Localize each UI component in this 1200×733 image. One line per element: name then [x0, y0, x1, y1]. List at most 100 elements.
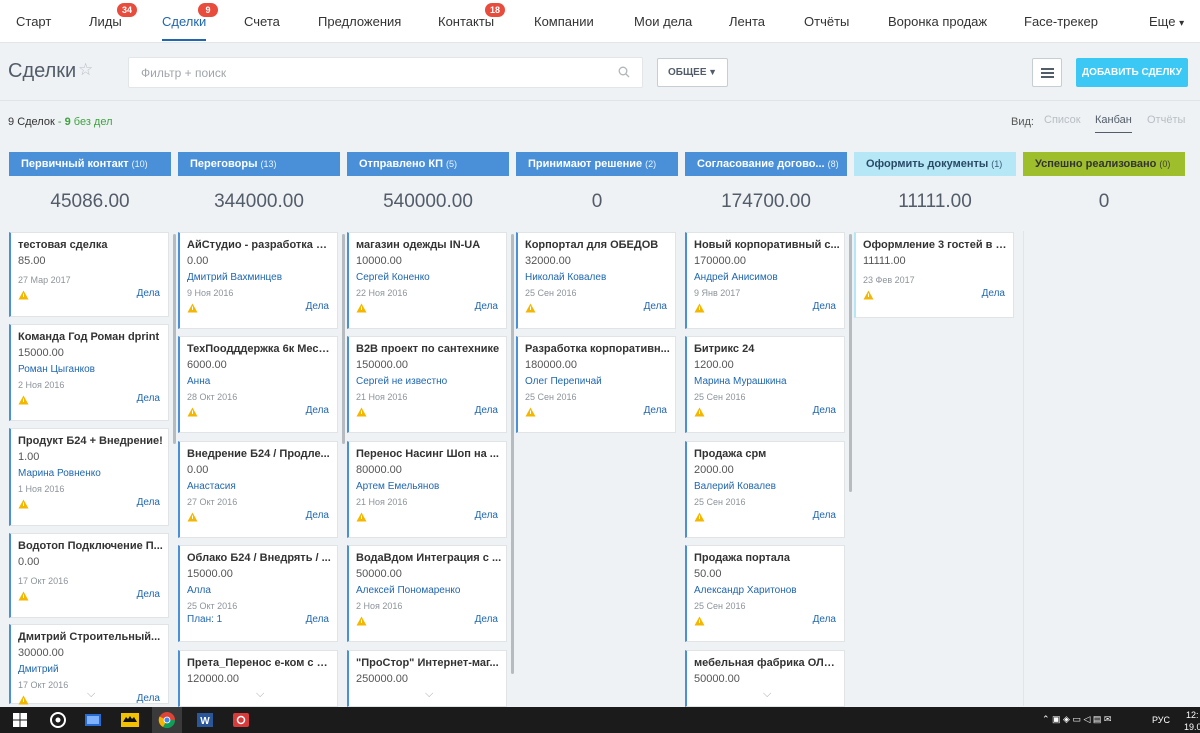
stage-header[interactable]: Первичный контакт (10) [9, 152, 171, 176]
deal-contact[interactable]: Марина Мурашкина [694, 376, 787, 387]
nav-item-quotes[interactable]: Предложения [318, 14, 401, 29]
deal-activities-link[interactable]: Дела [137, 589, 160, 600]
deal-contact[interactable]: Валерий Ковалев [694, 481, 776, 492]
deal-title[interactable]: Новый корпоративный с... [694, 239, 840, 251]
deal-activities-link[interactable]: Дела [644, 405, 667, 416]
deal-card[interactable]: ТехПоодддержка 6к Меся... 6000.00 Анна 28 О… [178, 336, 338, 433]
deal-title[interactable]: Перенос Насинг Шоп на ... [356, 448, 502, 460]
deal-card[interactable]: Разработка корпоративн... 180000.00 Олег П… [516, 336, 676, 433]
scroll-down-chevron-icon[interactable]: ⌵ [87, 688, 95, 701]
deal-title[interactable]: Водотоп Подключение П... [18, 540, 164, 552]
scroll-down-chevron-icon[interactable]: ⌵ [425, 688, 433, 701]
deal-card[interactable]: Новый корпоративный с... 170000.00 Андрей … [685, 232, 845, 329]
column-scrollbar[interactable] [173, 234, 176, 444]
column-scrollbar[interactable] [849, 234, 852, 492]
deal-activities-link[interactable]: Дела [475, 405, 498, 416]
deal-activities-link[interactable]: Дела [137, 497, 160, 508]
nav-item-sales-funnel[interactable]: Воронка продаж [888, 14, 987, 29]
nav-item-companies[interactable]: Компании [534, 14, 594, 29]
deal-title[interactable]: Прета_Перенос е-ком с О... [187, 657, 333, 669]
deal-contact[interactable]: Сергей Коненко [356, 272, 430, 283]
deal-contact[interactable]: Анастасия [187, 481, 236, 492]
deal-contact[interactable]: Роман Цыганков [18, 364, 95, 375]
deal-card[interactable]: ВодаВдом Интеграция с ... 50000.00 Алексей… [347, 545, 507, 642]
view-reports-tab[interactable]: Отчёты [1147, 114, 1185, 126]
deal-card[interactable]: B2B проект по сантехнике 150000.00 Сергей … [347, 336, 507, 433]
filter-preset-dropdown[interactable]: ОБЩЕЕ ▼ [657, 58, 728, 87]
deal-activities-link[interactable]: Дела [813, 301, 836, 312]
camera-app-icon[interactable] [231, 710, 251, 730]
deal-activities-link[interactable]: Дела [475, 614, 498, 625]
deal-title[interactable]: тестовая сделка [18, 239, 164, 251]
deal-title[interactable]: Облако Б24 / Внедрять / ... [187, 552, 333, 564]
deal-title[interactable]: B2B проект по сантехнике [356, 343, 502, 355]
nav-item-contacts[interactable]: Контакты 18 [438, 3, 506, 29]
nav-item-face-tracker[interactable]: Face-трекер [1024, 14, 1098, 29]
deal-title[interactable]: Корпортал для ОБЕДОВ [525, 239, 671, 251]
deal-card[interactable]: Битрикс 24 1200.00 Марина Мурашкина 25 Сен … [685, 336, 845, 433]
deal-activities-link[interactable]: Дела [137, 288, 160, 299]
deal-contact[interactable]: Дмитрий [18, 664, 59, 675]
clock-time[interactable]: 12: [1186, 710, 1199, 720]
scroll-down-chevron-icon[interactable]: ⌵ [763, 688, 771, 701]
deal-card[interactable]: Водотоп Подключение П... 0.00 17 Окт 2016 Д… [9, 533, 169, 618]
view-list-tab[interactable]: Список [1044, 114, 1081, 126]
deal-activities-link[interactable]: Дела [475, 301, 498, 312]
deal-title[interactable]: ВодаВдом Интеграция с ... [356, 552, 502, 564]
nav-item-invoices[interactable]: Счета [244, 14, 280, 29]
windows-start-icon[interactable] [10, 710, 30, 730]
nav-item-my-tasks[interactable]: Мои дела [634, 14, 692, 29]
deal-activities-link[interactable]: Дела [475, 510, 498, 521]
deal-activities-link[interactable]: Дела [137, 393, 160, 404]
deal-card[interactable]: Команда Год Роман dprint 15000.00 Роман Цы… [9, 324, 169, 421]
list-settings-button[interactable] [1032, 58, 1062, 87]
deal-plan-link[interactable]: План: 1 [187, 614, 222, 625]
stage-header[interactable]: Переговоры (13) [178, 152, 340, 176]
column-scrollbar[interactable] [342, 234, 345, 444]
nav-item-more[interactable]: Еще ▾ [1149, 14, 1184, 29]
monitor-app-icon[interactable] [83, 710, 103, 730]
deal-card[interactable]: Перенос Насинг Шоп на ... 80000.00 Артем Е… [347, 441, 507, 538]
deal-activities-link[interactable]: Дела [813, 405, 836, 416]
deal-activities-link[interactable]: Дела [982, 288, 1005, 299]
column-scrollbar[interactable] [511, 234, 514, 674]
deal-contact[interactable]: Дмитрий Вахминцев [187, 272, 282, 283]
stage-header[interactable]: Согласование догово... (8) [685, 152, 847, 176]
keyboard-language[interactable]: РУС [1152, 715, 1170, 725]
deal-contact[interactable]: Алексей Пономаренко [356, 585, 460, 596]
deal-title[interactable]: Продажа портала [694, 552, 840, 564]
deal-card[interactable]: Оформление 3 гостей в к... 11111.00 23 Фев… [854, 232, 1014, 318]
stage-header[interactable]: Успешно реализовано (0) [1023, 152, 1185, 176]
deal-contact[interactable]: Марина Ровненко [18, 468, 101, 479]
deal-card[interactable]: Продукт Б24 + Внедрение! 1.00 Марина Ровне… [9, 428, 169, 526]
search-icon[interactable] [618, 66, 630, 78]
deal-contact[interactable]: Александр Харитонов [694, 585, 797, 596]
deal-activities-link[interactable]: Дела [306, 614, 329, 625]
deal-card[interactable]: тестовая сделка 85.00 27 Мар 2017 Дела [9, 232, 169, 317]
deal-card[interactable]: АйСтудио - разработка И... 0.00 Дмитрий Ва… [178, 232, 338, 329]
deal-card[interactable]: магазин одежды IN-UA 10000.00 Сергей Конен… [347, 232, 507, 329]
deal-title[interactable]: Продукт Б24 + Внедрение! [18, 435, 164, 447]
tray-icons[interactable]: ⌃ ▣ ◈ ▭ ◁ ▤ ✉ [1042, 714, 1111, 725]
nav-item-start[interactable]: Старт [16, 14, 51, 29]
deal-contact[interactable]: Олег Перепичай [525, 376, 602, 387]
deal-activities-link[interactable]: Дела [137, 693, 160, 704]
stage-header[interactable]: Отправлено КП (5) [347, 152, 509, 176]
deal-title[interactable]: "ПроСтор" Интернет-маг... [356, 657, 502, 669]
stage-header[interactable]: Принимают решение (2) [516, 152, 678, 176]
deal-card[interactable]: Облако Б24 / Внедрять / ... 15000.00 Алла 2… [178, 545, 338, 642]
deal-title[interactable]: мебельная фабрика ОЛИ... [694, 657, 840, 669]
deal-title[interactable]: Дмитрий Строительный... [18, 631, 164, 643]
deal-contact[interactable]: Артем Емельянов [356, 481, 439, 492]
word-icon[interactable]: W [195, 710, 215, 730]
batman-app-icon[interactable] [120, 710, 140, 730]
deal-card[interactable]: Продажа срм 2000.00 Валерий Ковалев 25 Сен … [685, 441, 845, 538]
deal-contact[interactable]: Николай Ковалев [525, 272, 606, 283]
deal-title[interactable]: АйСтудио - разработка И... [187, 239, 333, 251]
deal-contact[interactable]: Сергей не известно [356, 376, 447, 387]
scroll-down-chevron-icon[interactable]: ⌵ [256, 688, 264, 701]
app-settings-icon[interactable] [48, 710, 68, 730]
nav-item-leads[interactable]: Лиды 34 [89, 3, 138, 29]
deal-activities-link[interactable]: Дела [813, 614, 836, 625]
deal-activities-link[interactable]: Дела [306, 301, 329, 312]
